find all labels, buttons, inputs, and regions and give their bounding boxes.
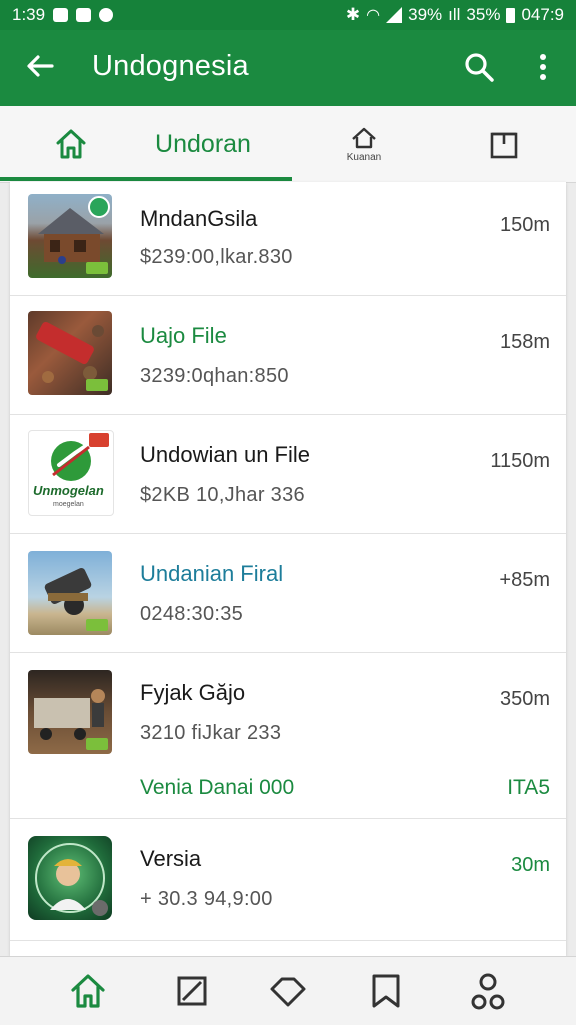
item-distance: 150m <box>499 214 550 236</box>
list-item[interactable]: Uajo File 3239:0qhan:850 158m <box>10 295 566 415</box>
tab-kuanan[interactable]: Kuanan <box>324 106 404 182</box>
item-subtitle: 3210 fiJkar 233 <box>140 722 282 744</box>
status-badge <box>86 619 108 631</box>
tab-small-label: Kuanan <box>346 151 382 163</box>
item-name: Undowian un File <box>140 442 310 467</box>
status-time: 1:39 <box>12 5 46 24</box>
home-icon <box>56 129 86 159</box>
back-arrow-icon[interactable] <box>24 50 56 82</box>
house-outline-icon <box>352 127 376 148</box>
status-badge <box>86 262 108 274</box>
item-thumbnail <box>28 551 112 635</box>
item-distance: 1150m <box>490 450 550 472</box>
bottom-nav <box>0 956 576 1025</box>
item-subtitle: $2KB 10,Jhar 336 <box>140 484 305 506</box>
status-badge <box>86 379 108 391</box>
more-vert-icon[interactable] <box>528 50 558 84</box>
tag-icon[interactable] <box>268 971 308 1011</box>
battery-percent-1: 39% <box>408 5 443 24</box>
item-subtitle: 0248:30:35 <box>140 603 244 625</box>
item-distance: 158m <box>499 331 550 353</box>
item-distance: 30m <box>511 854 550 876</box>
bluetooth-icon: ✱ <box>345 5 361 24</box>
item-thumbnail <box>28 311 112 395</box>
tab-home[interactable] <box>36 106 106 182</box>
tab-indicator <box>0 177 292 181</box>
battery-percent-2: 35% <box>466 5 501 24</box>
item-name: Versia <box>140 846 202 871</box>
signal-2-icon: ıll <box>448 5 461 24</box>
edit-square-icon[interactable] <box>172 971 212 1011</box>
app-bar: Undognesia <box>0 30 576 106</box>
status-badge <box>86 738 108 750</box>
list-item[interactable]: Versia + 30.3 94,9:00 30m <box>10 818 566 941</box>
item-extra-label: Venia Danai 000 <box>140 776 295 799</box>
item-subtitle: $239:00,lkar.830 <box>140 246 293 268</box>
tab-bar: Undoran Kuanan <box>0 106 576 183</box>
search-icon[interactable] <box>462 50 496 84</box>
item-thumbnail <box>28 194 112 278</box>
bookmark-icon[interactable] <box>366 971 406 1011</box>
tab-undoran[interactable]: Undoran <box>150 106 256 182</box>
status-right-time: 047:9 <box>521 5 564 24</box>
item-subtitle: + 30.3 94,9:00 <box>140 888 273 910</box>
logo-text: Unmogelan <box>33 483 104 498</box>
item-name: Undanian Firal <box>140 561 284 586</box>
item-subtitle: 3239:0qhan:850 <box>140 365 289 387</box>
box-icon <box>490 132 518 159</box>
message-icon <box>76 8 92 22</box>
notification-badge-icon <box>89 433 109 447</box>
wifi-icon: ◠ <box>366 7 381 24</box>
list-item[interactable]: Unmogelan moegelan Undowian un File $2KB… <box>10 414 566 534</box>
gallery-icon <box>53 8 69 22</box>
item-logo: Unmogelan moegelan <box>28 430 114 516</box>
logo-subtext: moegelan <box>53 501 84 508</box>
item-thumbnail <box>28 670 112 754</box>
page-title: Undognesia <box>92 50 249 82</box>
list-item[interactable]: Fyjak Găjo 3210 fiJkar 233 350m Venia Da… <box>10 652 566 819</box>
list-item[interactable]: MndanGsila $239:00,lkar.830 150m <box>10 182 566 296</box>
verified-badge-icon <box>92 900 108 916</box>
list-item[interactable]: Undanian Firal 0248:30:35 +85m <box>10 533 566 653</box>
item-name: MndanGsila <box>140 206 258 231</box>
item-distance: 350m <box>499 688 550 710</box>
notification-icon <box>99 8 114 22</box>
item-name: Uajo File <box>140 323 227 348</box>
tab-box[interactable] <box>474 106 534 182</box>
home-icon[interactable] <box>68 971 108 1011</box>
battery-icon <box>506 7 516 23</box>
item-thumbnail <box>28 836 112 920</box>
status-bar: 1:39 ✱ ◠ 39% ıll 35% 047:9 <box>0 0 576 30</box>
item-distance: +85m <box>499 569 550 591</box>
item-extra-value: ITA5 <box>507 776 550 799</box>
chat-badge-icon <box>88 196 110 218</box>
profile-icon[interactable] <box>468 971 508 1011</box>
signal-icon <box>386 7 403 23</box>
item-name: Fyjak Găjo <box>140 680 246 705</box>
result-list: MndanGsila $239:00,lkar.830 150m Uajo Fi… <box>10 182 566 956</box>
